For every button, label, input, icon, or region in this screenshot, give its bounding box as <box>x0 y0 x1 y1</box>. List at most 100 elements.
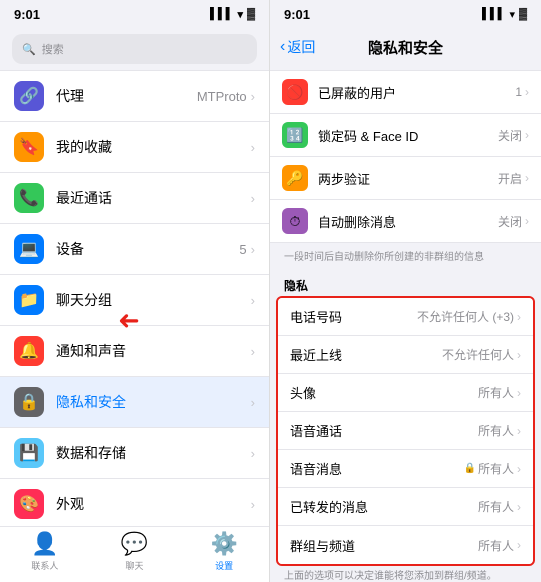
right-status-icons: ▌▌▌ ▾ ▓ <box>482 8 527 21</box>
menu-item-chat-folders[interactable]: 📁 聊天分组 › <box>0 275 269 326</box>
privacy-item-voice-messages[interactable]: 语音消息 🔒 所有人 › <box>278 450 533 488</box>
left-status-icons: ▌▌▌ ▾ ▓ <box>210 8 255 21</box>
passcode-value: 关闭 <box>498 127 522 144</box>
recent-calls-chevron: › <box>251 191 255 206</box>
privacy-item-last-seen[interactable]: 最近上线 不允许任何人 › <box>278 336 533 374</box>
menu-item-appearance[interactable]: 🎨 外观 › <box>0 479 269 526</box>
right-time: 9:01 <box>284 7 310 22</box>
passcode-icon: 🔢 <box>282 122 308 148</box>
right-item-blocked[interactable]: 🚫 已屏蔽的用户 1 › <box>270 70 541 114</box>
top-note: 一段时间后自动删除你所创建的非群组的信息 <box>270 247 541 271</box>
privacy-item-groups-channels[interactable]: 群组与频道 所有人 › <box>278 526 533 564</box>
right-item-passcode[interactable]: 🔢 锁定码 & Face ID 关闭 › <box>270 114 541 157</box>
contacts-icon: 👤 <box>31 531 58 557</box>
forwarded-label: 已转发的消息 <box>290 497 478 516</box>
voice-messages-label: 语音消息 <box>290 459 464 478</box>
auto-delete-label: 自动删除消息 <box>318 212 498 231</box>
proxy-value: MTProto <box>197 89 247 104</box>
auto-delete-icon: ⏱ <box>282 208 308 234</box>
phone-value: 不允许任何人 (+3) <box>417 308 514 325</box>
menu-item-recent-calls[interactable]: 📞 最近通话 › <box>0 173 269 224</box>
voice-messages-chevron: › <box>517 462 521 476</box>
appearance-label: 外观 <box>56 494 251 514</box>
data-storage-icon: 💾 <box>14 438 44 468</box>
privacy-section-container: 隐私 电话号码 不允许任何人 (+3) › 最近上线 不允许任何人 › 头像 所… <box>270 271 541 566</box>
blocked-label: 已屏蔽的用户 <box>318 83 515 102</box>
privacy-item-voice-calls[interactable]: 语音通话 所有人 › <box>278 412 533 450</box>
contacts-tab-label: 联系人 <box>31 559 58 572</box>
last-seen-value: 不允许任何人 <box>442 346 514 363</box>
back-label: 返回 <box>287 37 315 57</box>
right-battery-icon: ▓ <box>519 8 527 20</box>
devices-label: 设备 <box>56 239 239 259</box>
menu-item-devices[interactable]: 💻 设备 5 › <box>0 224 269 275</box>
back-button[interactable]: ‹ 返回 <box>280 37 315 57</box>
passcode-label: 锁定码 & Face ID <box>318 126 498 145</box>
blocked-chevron: › <box>525 85 529 99</box>
voice-calls-chevron: › <box>517 424 521 438</box>
right-item-auto-delete[interactable]: ⏱ 自动删除消息 关闭 › <box>270 200 541 243</box>
menu-item-favorites[interactable]: 🔖 我的收藏 › <box>0 122 269 173</box>
chats-tab-label: 聊天 <box>125 559 143 572</box>
tab-chats[interactable]: 💬 聊天 <box>121 531 148 572</box>
menu-item-proxy[interactable]: 🔗 代理 MTProto › <box>0 70 269 122</box>
avatar-chevron: › <box>517 386 521 400</box>
recent-calls-icon: 📞 <box>14 183 44 213</box>
privacy-chevron: › <box>251 395 255 410</box>
two-step-value: 开启 <box>498 170 522 187</box>
tab-contacts[interactable]: 👤 联系人 <box>31 531 58 572</box>
last-seen-chevron: › <box>517 348 521 362</box>
last-seen-label: 最近上线 <box>290 345 442 364</box>
right-item-two-step[interactable]: 🔑 两步验证 开启 › <box>270 157 541 200</box>
right-nav: ‹ 返回 隐私和安全 <box>270 28 541 66</box>
avatar-value: 所有人 <box>478 384 514 401</box>
left-tab-bar: 👤 联系人 💬 聊天 ⚙️ 设置 <box>0 526 269 582</box>
left-search-bar: 🔍 搜索 <box>0 28 269 70</box>
privacy-note: 上面的选项可以决定谁能将您添加到群组/频道。 <box>270 566 541 582</box>
menu-item-privacy[interactable]: 🔒 隐私和安全 › <box>0 377 269 428</box>
groups-channels-chevron: › <box>517 538 521 552</box>
data-storage-label: 数据和存储 <box>56 443 251 463</box>
auto-delete-chevron: › <box>525 214 529 228</box>
menu-list: 🔗 代理 MTProto › 🔖 我的收藏 › 📞 最近通话 › 💻 设备 5 … <box>0 70 269 526</box>
proxy-icon: 🔗 <box>14 81 44 111</box>
appearance-icon: 🎨 <box>14 489 44 519</box>
notifications-icon: 🔔 <box>14 336 44 366</box>
voice-calls-value: 所有人 <box>478 422 514 439</box>
back-chevron-icon: ‹ <box>280 38 285 56</box>
menu-item-data-storage[interactable]: 💾 数据和存储 › <box>0 428 269 479</box>
devices-chevron: › <box>251 242 255 257</box>
favorites-chevron: › <box>251 140 255 155</box>
wifi-icon: ▾ <box>237 8 243 21</box>
auto-delete-value: 关闭 <box>498 213 522 230</box>
groups-channels-value: 所有人 <box>478 537 514 554</box>
right-panel: 9:01 ▌▌▌ ▾ ▓ ‹ 返回 隐私和安全 🚫 已屏蔽的用户 1 › 🔢 <box>270 0 541 582</box>
privacy-item-forwarded[interactable]: 已转发的消息 所有人 › <box>278 488 533 526</box>
left-status-bar: 9:01 ▌▌▌ ▾ ▓ <box>0 0 269 28</box>
forwarded-chevron: › <box>517 500 521 514</box>
voice-calls-label: 语音通话 <box>290 421 478 440</box>
left-panel: 9:01 ▌▌▌ ▾ ▓ 🔍 搜索 🔗 代理 MTProto › 🔖 我的收藏 … <box>0 0 270 582</box>
chats-icon: 💬 <box>121 531 148 557</box>
phone-label: 电话号码 <box>290 307 417 326</box>
voice-messages-value: 所有人 <box>478 460 514 477</box>
devices-value: 5 <box>239 242 246 257</box>
tab-settings[interactable]: ⚙️ 设置 <box>210 531 237 572</box>
left-time: 9:01 <box>14 7 40 22</box>
privacy-label: 隐私和安全 <box>56 392 251 412</box>
privacy-item-avatar[interactable]: 头像 所有人 › <box>278 374 533 412</box>
chat-folders-chevron: › <box>251 293 255 308</box>
blocked-value: 1 <box>515 85 522 99</box>
notifications-label: 通知和声音 <box>56 341 251 361</box>
privacy-section-header: 隐私 <box>270 271 541 296</box>
search-box[interactable]: 🔍 搜索 <box>12 34 257 64</box>
favorites-icon: 🔖 <box>14 132 44 162</box>
right-status-bar: 9:01 ▌▌▌ ▾ ▓ <box>270 0 541 28</box>
privacy-icon: 🔒 <box>14 387 44 417</box>
chat-folders-icon: 📁 <box>14 285 44 315</box>
menu-item-notifications[interactable]: 🔔 通知和声音 › <box>0 326 269 377</box>
search-placeholder: 搜索 <box>42 41 64 57</box>
privacy-item-phone[interactable]: 电话号码 不允许任何人 (+3) › <box>278 298 533 336</box>
top-section: 🚫 已屏蔽的用户 1 › 🔢 锁定码 & Face ID 关闭 › 🔑 两步验证… <box>270 70 541 243</box>
voice-messages-lock-icon: 🔒 <box>464 463 476 474</box>
